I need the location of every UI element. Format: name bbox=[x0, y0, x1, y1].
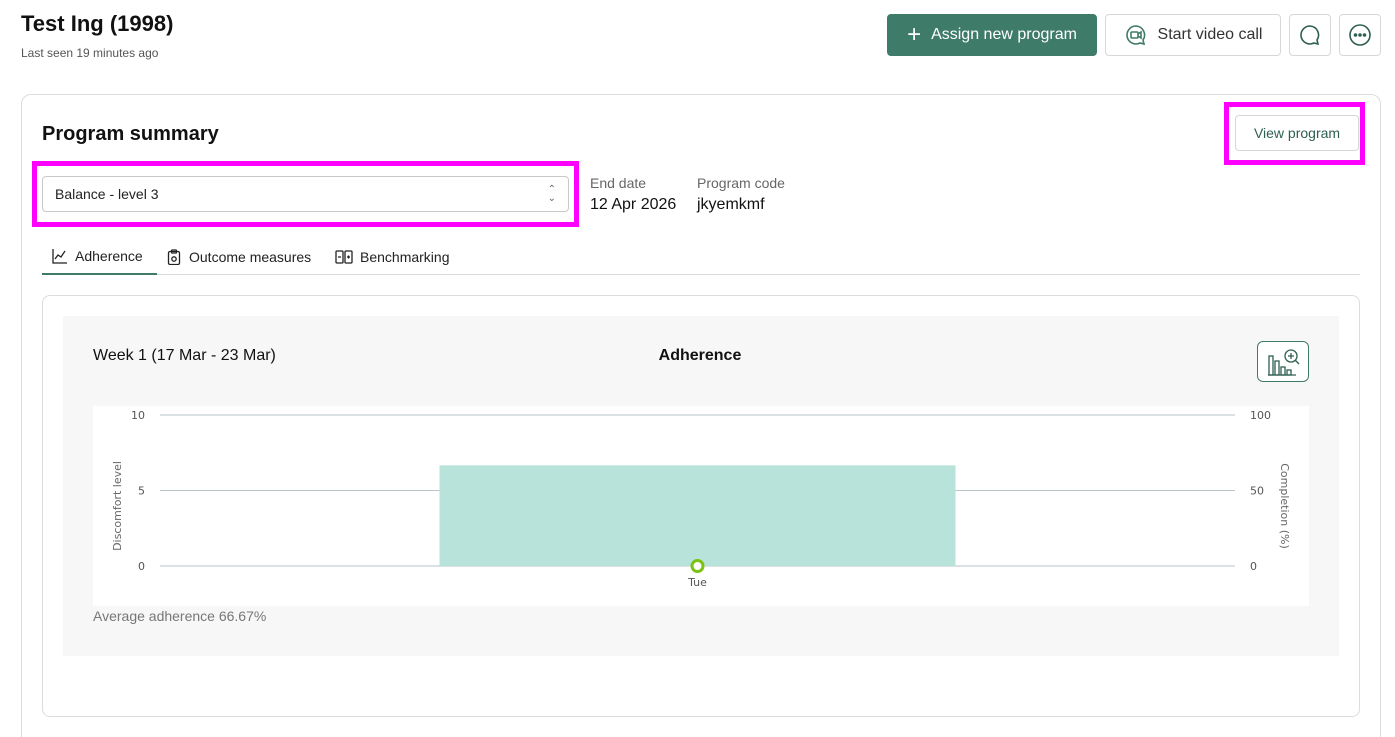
y2-tick-label: 0 bbox=[1250, 560, 1257, 573]
y2-tick-label: 100 bbox=[1250, 409, 1271, 422]
end-date-label: End date bbox=[590, 175, 647, 191]
week-label: Week 1 (17 Mar - 23 Mar) bbox=[93, 347, 276, 364]
program-summary-title: Program summary bbox=[42, 123, 219, 145]
adherence-chart-title: Adherence bbox=[658, 347, 742, 364]
y2-axis-label: Completion (%) bbox=[1278, 463, 1291, 549]
start-video-call-label: Start video call bbox=[1157, 26, 1263, 43]
summary-tabs: Adherence Outcome measures Benchmarking bbox=[42, 238, 1360, 275]
end-date-value: 12 Apr 2026 bbox=[590, 196, 677, 213]
patient-name: Test Ing (1998) bbox=[21, 11, 174, 36]
tab-outcome-measures[interactable]: Outcome measures bbox=[166, 238, 311, 275]
chat-button[interactable] bbox=[1289, 14, 1331, 56]
start-video-call-button[interactable]: Start video call bbox=[1105, 14, 1281, 56]
last-seen-text: Last seen 19 minutes ago bbox=[21, 46, 159, 60]
tab-adherence[interactable]: Adherence bbox=[42, 238, 157, 275]
plus-icon: + bbox=[907, 21, 922, 48]
adherence-chart: 0 0 5 50 10 100 Tue Discomfort level Completio… bbox=[93, 406, 1309, 606]
view-program-highlight bbox=[1224, 102, 1365, 165]
average-adherence: Average adherence 66.67% bbox=[93, 608, 267, 624]
line-chart-icon bbox=[52, 248, 67, 264]
assign-new-program-button[interactable]: + Assign new program bbox=[887, 14, 1097, 56]
y-axis-label: Discomfort level bbox=[111, 461, 124, 551]
more-dots-icon bbox=[1349, 24, 1371, 46]
y-tick-label: 10 bbox=[131, 409, 145, 422]
chat-bubble-icon bbox=[1300, 25, 1320, 46]
assign-new-program-label: Assign new program bbox=[931, 26, 1077, 43]
chart-zoom-button[interactable] bbox=[1257, 341, 1309, 382]
video-call-icon bbox=[1125, 25, 1145, 46]
y-tick-label: 5 bbox=[138, 485, 145, 498]
x-tick-label: Tue bbox=[687, 576, 707, 589]
discomfort-point bbox=[690, 559, 705, 573]
more-options-button[interactable] bbox=[1339, 14, 1381, 56]
tab-outcome-measures-label: Outcome measures bbox=[189, 248, 312, 265]
program-code-label: Program code bbox=[697, 175, 785, 191]
tab-benchmarking-label: Benchmarking bbox=[360, 248, 450, 265]
tab-adherence-label: Adherence bbox=[75, 247, 143, 264]
program-code-value: jkyemkmf bbox=[697, 196, 765, 213]
program-select-highlight bbox=[32, 161, 579, 227]
y-tick-label: 0 bbox=[138, 560, 145, 573]
adherence-bar bbox=[439, 465, 956, 566]
tab-benchmarking[interactable]: Benchmarking bbox=[335, 238, 450, 275]
y2-tick-label: 50 bbox=[1250, 485, 1264, 498]
clipboard-icon bbox=[167, 248, 181, 265]
adherence-chart-svg: 0 0 5 50 10 100 Tue Discomfort level Completio… bbox=[111, 409, 1291, 589]
chart-zoom-icon bbox=[1268, 348, 1300, 376]
compare-icon bbox=[335, 249, 353, 264]
